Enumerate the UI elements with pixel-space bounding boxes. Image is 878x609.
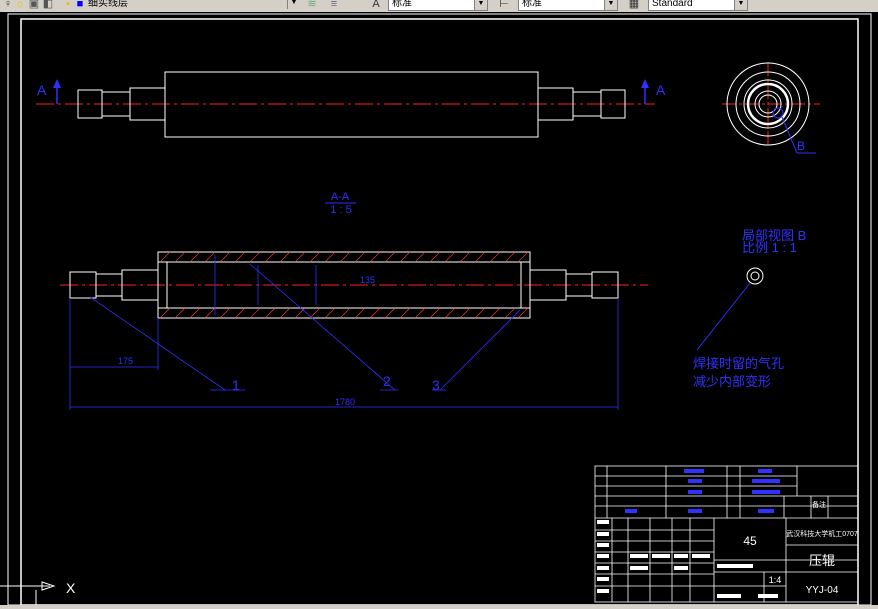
layer-freeze-icon[interactable]: ◧ [42, 0, 54, 10]
ucs-x-label: X [66, 580, 76, 596]
drawing-number: YYJ-04 [806, 585, 839, 596]
chevron-down-icon[interactable]: ▼ [474, 0, 487, 10]
note-line1: 焊接时留的气孔 [693, 356, 784, 371]
scale-value: 1:4 [769, 575, 782, 585]
note-line2: 减少内部变形 [693, 374, 771, 389]
detail-hole-inner [750, 271, 760, 281]
balloon-3: 3 [432, 377, 440, 393]
dim-style-select[interactable]: 标准 ▼ [518, 0, 618, 11]
dim-style-value: 标准 [522, 0, 542, 9]
material: 45 [743, 534, 757, 548]
sun-icon[interactable]: ☼ [14, 0, 26, 10]
dim-1780: 1780 [335, 397, 355, 407]
top-view [36, 71, 655, 138]
detail-label: B [797, 139, 805, 153]
note-leader [696, 282, 751, 351]
section-title: A-A [331, 191, 350, 203]
balloon-1: 1 [232, 377, 240, 393]
dim-135: 135 [360, 275, 375, 285]
drawing-border [20, 18, 859, 606]
layer-manager-icon[interactable]: ≋ [306, 0, 318, 10]
part-name: 压辊 [809, 553, 835, 568]
detail-scale: 比例 1 : 1 [742, 240, 797, 255]
dim-style-icon[interactable]: ⊢ [498, 0, 510, 10]
end-view [722, 62, 820, 154]
chevron-down-icon[interactable]: ▼ [734, 0, 747, 10]
section-label-right: A [656, 82, 666, 98]
text-style-select[interactable]: 标准 ▼ [388, 0, 488, 11]
bulb-icon[interactable]: ♀ [2, 0, 14, 10]
section-scale: 1 : 5 [330, 204, 351, 216]
table-style-value: Standard [652, 0, 693, 9]
status-bar [0, 605, 878, 609]
outer-frame [7, 13, 872, 606]
toolbar: ♀ ☼ ▣ ◧ ▪ ■ 细实线层 ▼ ≋ ≡ A 标准 ▼ ⊢ 标准 ▼ ▦ Sta… [0, 0, 878, 12]
text-style-value: 标准 [392, 0, 412, 9]
chevron-down-icon[interactable]: ▼ [604, 0, 617, 10]
layer-name[interactable]: 细实线层 [88, 0, 128, 11]
dim-175: 175 [118, 356, 133, 366]
table-style-select[interactable]: Standard ▼ [648, 0, 748, 11]
layer-lock-icon[interactable]: ▣ [28, 0, 40, 10]
detail-hole-outer [746, 267, 764, 285]
layer-states-icon[interactable]: ≡ [328, 0, 340, 10]
text-style-icon[interactable]: A [370, 0, 382, 10]
drawing-canvas[interactable]: A A B A-A 1 : 5 135 175 1780 1 2 3 局部视图 … [0, 12, 878, 609]
layer-dropdown[interactable]: ▼ [150, 0, 300, 11]
section-markers [53, 79, 649, 104]
section-view [60, 251, 648, 319]
table-style-icon[interactable]: ▦ [628, 0, 640, 10]
section-label-left: A [37, 82, 47, 98]
layer-color-icon[interactable]: ▪ [62, 0, 74, 10]
layer-swatch-icon: ■ [76, 0, 84, 10]
section-dimensions [69, 255, 619, 410]
remark-label: 备注 [812, 500, 826, 509]
school-name: 武汉科技大学机工0707 [786, 529, 858, 538]
balloon-2: 2 [383, 373, 391, 389]
